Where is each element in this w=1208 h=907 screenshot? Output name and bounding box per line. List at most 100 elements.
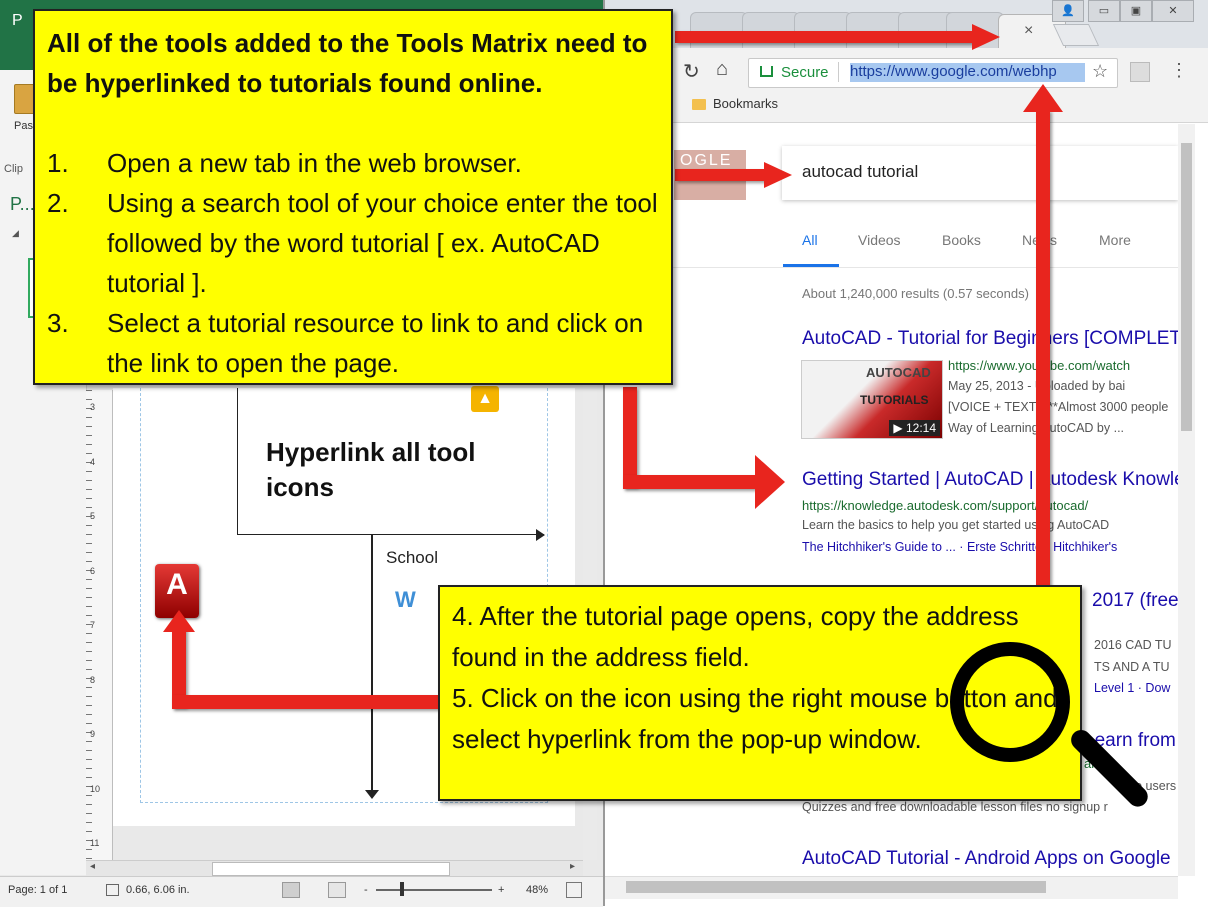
- result-desc-line: 2016 CAD TU: [1094, 638, 1172, 652]
- connector-arrowhead-down: [365, 790, 379, 799]
- hyperlink-heading-text[interactable]: Hyperlink all tool icons: [266, 435, 506, 505]
- collapse-triangle-icon[interactable]: ◢: [12, 228, 19, 239]
- pages-pane-label: P...: [10, 194, 35, 214]
- url-text[interactable]: https://www.google.com/webhp: [850, 63, 1085, 82]
- menu-icon[interactable]: ⋮: [1170, 60, 1188, 81]
- thumb-subtitle: TUTORIALS: [860, 393, 929, 407]
- arrow-to-new-tab: [675, 31, 975, 43]
- search-query-text[interactable]: autocad tutorial: [802, 162, 918, 182]
- star-icon[interactable]: ☆: [1092, 61, 1108, 82]
- ruler-number: 4: [90, 456, 96, 467]
- magnifier-icon: [950, 642, 1070, 762]
- arrowhead: [163, 610, 195, 632]
- browser-scroll-thumb[interactable]: [1181, 143, 1192, 431]
- result-url-2[interactable]: https://knowledge.autodesk.com/support/a…: [802, 498, 1178, 513]
- scroll-left-icon[interactable]: ◂: [90, 861, 95, 872]
- maximize-icon[interactable]: ▣: [1120, 0, 1152, 22]
- zoom-in-button[interactable]: +: [498, 884, 504, 896]
- ruler-number: 7: [90, 620, 96, 630]
- browser-hscroll-thumb[interactable]: [626, 881, 1046, 893]
- extension-icon[interactable]: [1130, 62, 1150, 82]
- two-page-view-icon[interactable]: [328, 882, 346, 898]
- zoom-slider-thumb[interactable]: [400, 882, 404, 896]
- connector-arrowhead: [536, 529, 545, 541]
- arrow-to-address-bar: [1036, 110, 1050, 628]
- ruler-number: 3: [90, 402, 96, 412]
- home-icon[interactable]: ⌂: [716, 58, 728, 81]
- word-icon[interactable]: W: [395, 587, 425, 612]
- bookmarks-folder-label[interactable]: Bookmarks: [713, 96, 778, 111]
- tab-close-icon[interactable]: ×: [1024, 22, 1033, 40]
- lock-icon[interactable]: [760, 66, 773, 77]
- google-logo-text: OGLE: [680, 152, 733, 169]
- single-page-view-icon[interactable]: [282, 882, 300, 898]
- arrow-to-result: [623, 475, 757, 489]
- paste-label[interactable]: Pas: [14, 120, 33, 132]
- object-size-icon: [106, 884, 119, 896]
- instructions-intro: All of the tools added to the Tools Matr…: [47, 28, 648, 98]
- tab-books[interactable]: Books: [942, 232, 981, 248]
- result-title-2[interactable]: Getting Started | AutoCAD | Autodesk Kno…: [802, 469, 1178, 491]
- arrow-to-autocad-icon: [172, 695, 440, 709]
- ruler-number: 11: [90, 838, 100, 848]
- folder-icon[interactable]: [692, 99, 706, 110]
- instructions-callout: All of the tools added to the Tools Matr…: [33, 9, 673, 385]
- close-window-icon[interactable]: ✕: [1152, 0, 1194, 22]
- step-number: 1.: [47, 148, 69, 178]
- drive-icon[interactable]: ▲: [471, 386, 499, 412]
- page-count-status: Page: 1 of 1: [8, 884, 68, 896]
- arrow-to-search: [675, 169, 767, 181]
- arrowhead: [972, 24, 1000, 50]
- step-text: Using a search tool of your choice enter…: [107, 188, 658, 298]
- step-number: 2.: [47, 188, 69, 218]
- ruler-number: 10: [90, 783, 101, 794]
- arrowhead: [1023, 84, 1063, 112]
- result-title-3[interactable]: 2017 (free: [1092, 590, 1179, 612]
- zoom-out-button[interactable]: -: [364, 884, 368, 896]
- address-separator: [838, 62, 839, 82]
- result-desc-line: [VOICE + TEXT] ***Almost 3000 people: [948, 400, 1169, 414]
- video-duration: ▶ 12:14: [889, 420, 940, 436]
- secure-label[interactable]: Secure: [781, 64, 829, 81]
- zoom-level[interactable]: 48%: [526, 884, 548, 896]
- result-title-5[interactable]: AutoCAD Tutorial - Android Apps on Googl…: [802, 848, 1178, 870]
- step-text: Select a tutorial resource to link to an…: [107, 308, 644, 378]
- ruler-number: 5: [90, 511, 96, 521]
- video-thumbnail[interactable]: AUTOCAD TUTORIALS ▶ 12:14: [801, 360, 943, 439]
- fit-page-icon[interactable]: [566, 882, 582, 898]
- result-desc-line: May 25, 2013 - Uploaded by bai: [948, 379, 1126, 393]
- profile-icon[interactable]: 👤: [1052, 0, 1084, 22]
- tabs-divider: [605, 267, 1178, 268]
- publisher-hscroll-thumb[interactable]: [212, 862, 450, 876]
- clipboard-group-label: Clip: [4, 163, 23, 175]
- result-desc-line: TS AND A TU: [1094, 660, 1170, 674]
- result-stats: About 1,240,000 results (0.57 seconds): [802, 286, 1029, 301]
- arrowhead: [764, 162, 792, 188]
- ruler-number: 6: [90, 565, 96, 576]
- result-url-1[interactable]: https://www.youtube.com/watch: [948, 358, 1178, 373]
- result-title-1[interactable]: AutoCAD - Tutorial for Beginners [COMPLE…: [802, 328, 1178, 350]
- result-desc-line: Learn the basics to help you get started…: [802, 518, 1110, 532]
- result-desc-line: Way of Learning AutoCAD by ...: [948, 421, 1125, 435]
- ruler-number: 9: [90, 729, 96, 739]
- thumb-title: AUTOCAD: [866, 365, 931, 380]
- zoom-slider-track[interactable]: [376, 889, 492, 891]
- tab-all[interactable]: All: [802, 232, 818, 248]
- arrow-to-result: [623, 387, 637, 487]
- arrowhead: [755, 455, 785, 509]
- publisher-title-letter: P: [12, 12, 23, 29]
- step-text: Open a new tab in the web browser.: [107, 148, 522, 178]
- connector-line: [371, 534, 373, 796]
- minimize-icon[interactable]: ▭: [1088, 0, 1120, 22]
- step-number: 3.: [47, 308, 69, 338]
- result-sitelinks[interactable]: The Hitchhiker's Guide to ... · Erste Sc…: [802, 540, 1178, 554]
- cursor-position-status: 0.66, 6.06 in.: [126, 884, 190, 896]
- publisher-status-bar: [0, 876, 603, 907]
- tab-videos[interactable]: Videos: [858, 232, 901, 248]
- tab-more[interactable]: More: [1099, 232, 1131, 248]
- result-desc-line: Quizzes and free downloadable lesson fil…: [802, 800, 1108, 814]
- scroll-right-icon[interactable]: ▸: [570, 861, 575, 872]
- reload-icon[interactable]: ↻: [683, 59, 700, 84]
- school-label[interactable]: School: [386, 548, 438, 568]
- result-desc-line[interactable]: Level 1 · Dow: [1094, 681, 1178, 695]
